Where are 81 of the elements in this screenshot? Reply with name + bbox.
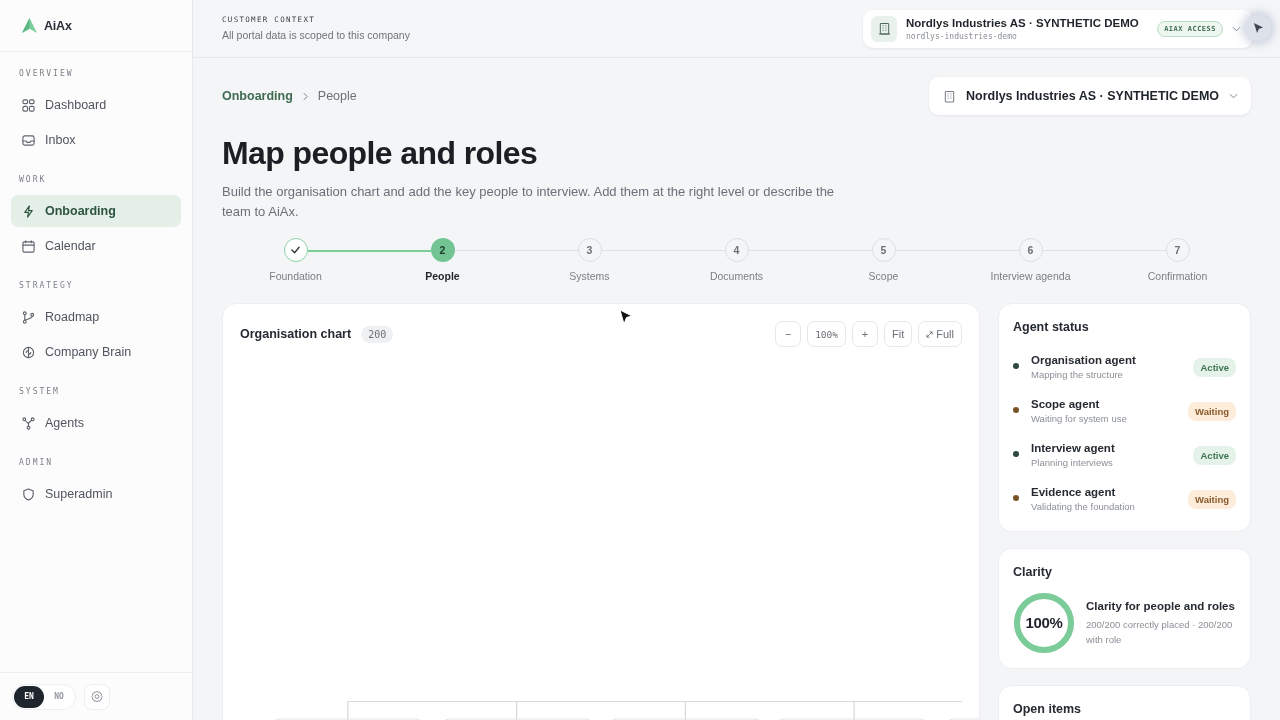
building-icon [943, 89, 956, 103]
zoom-in-button[interactable]: + [852, 321, 879, 347]
agent-activity: Waiting for system use [1031, 413, 1128, 424]
inbox-icon [22, 133, 35, 147]
status-badge: Waiting [1188, 401, 1236, 421]
status-badge: Active [1193, 357, 1236, 377]
progress-ring [1013, 592, 1075, 654]
step-indicator: 6 [1018, 238, 1043, 262]
section-heading: OVERVIEW [18, 68, 75, 80]
fullscreen-button[interactable]: Full [918, 321, 962, 347]
step-indicator: 7 [1165, 238, 1190, 262]
step-indicator: 2 [430, 238, 455, 262]
agent-activity: Mapping the structure [1031, 369, 1124, 380]
step-label: Scope [868, 269, 899, 283]
clarity-percent: 100% [1024, 614, 1064, 631]
company-slug: nordlys-industries-demo [906, 31, 1018, 41]
status-badge: Waiting [1188, 489, 1236, 509]
zoom-level-button[interactable]: 100% [807, 321, 847, 347]
sidebar-item[interactable]: Inbox [11, 124, 181, 156]
logo-text: AiAx [44, 18, 72, 33]
clarity-detail: 200/200 correctly placed · 200/200 with role [1086, 617, 1234, 647]
count-badge: 200 [361, 325, 394, 343]
panel-title: Clarity [1013, 564, 1053, 580]
settings-icon [90, 689, 104, 704]
chevron-down-icon [1232, 25, 1241, 32]
sidebar-item[interactable]: Roadmap [11, 301, 181, 333]
building-icon [871, 15, 897, 42]
fit-button[interactable]: Fit [884, 321, 913, 347]
section-heading: STRATEGY [18, 280, 75, 292]
company-select[interactable]: Nordlys Industries AS · SYNTHETIC DEMO [929, 77, 1251, 115]
sidebar-item[interactable]: Agents [11, 407, 181, 439]
breadcrumb-link[interactable]: Onboarding [222, 89, 293, 103]
chevron-right-icon [302, 91, 308, 101]
step-label: Systems [569, 269, 610, 283]
step-label: Confirmation [1147, 269, 1208, 283]
language-option[interactable]: EN [14, 685, 44, 708]
panel-title: Organisation chart [240, 327, 352, 341]
lightning-icon [22, 204, 35, 218]
sidebar-item[interactable]: Superadmin [11, 478, 181, 510]
sidebar-item[interactable]: Company Brain [11, 336, 181, 368]
page-description: Build the organisation chart and add the key people to interview. Add them at the right level or describe the team to AiAx. [222, 183, 836, 221]
context-note: All portal data is scoped to this company [222, 28, 410, 41]
calendar-icon [22, 239, 35, 253]
chevron-down-icon [1229, 93, 1239, 99]
panel-title: Agent status [1013, 319, 1090, 335]
breadcrumb-current: People [317, 89, 357, 103]
step-indicator: 5 [871, 238, 896, 262]
agent-name: Scope agent [1031, 398, 1101, 410]
section-heading: ADMIN [18, 457, 55, 469]
company-name: Nordlys Industries AS · SYNTHETIC DEMO [906, 16, 1140, 29]
agent-name: Interview agent [1031, 442, 1116, 454]
agent-name: Organisation agent [1031, 354, 1137, 366]
sidebar-item[interactable]: Calendar [11, 230, 181, 262]
section-heading: SYSTEM [18, 386, 61, 398]
expand-icon [926, 330, 934, 338]
status-badge: Active [1193, 445, 1236, 465]
shield-icon [22, 487, 35, 501]
check-icon [291, 246, 300, 254]
brain-icon [22, 345, 35, 359]
network-icon [22, 416, 35, 430]
branch-icon [22, 310, 35, 324]
agent-activity: Planning interviews [1031, 457, 1114, 468]
settings-button[interactable] [84, 683, 110, 710]
step-label: People [425, 269, 460, 283]
mouse-pointer-icon [619, 309, 633, 326]
step-indicator: 3 [577, 238, 602, 262]
clarity-heading: Clarity for people and roles [1086, 599, 1236, 612]
zoom-out-button[interactable]: − [775, 321, 802, 347]
step-label: Documents [709, 269, 764, 283]
dashboard-icon [22, 98, 35, 112]
sidebar-item[interactable]: Dashboard [11, 89, 181, 121]
logo-icon [21, 17, 38, 34]
step-label: Interview agenda [990, 269, 1071, 283]
sidebar-item[interactable]: Onboarding [11, 195, 181, 227]
page-title: Map people and roles [222, 134, 539, 173]
step-label: Foundation [269, 269, 322, 283]
step-indicator: 4 [724, 238, 749, 262]
section-heading: WORK [18, 174, 48, 186]
agent-name: Evidence agent [1031, 486, 1117, 498]
panel-title: Open items [1013, 701, 1083, 717]
agent-activity: Validating the foundation [1031, 501, 1136, 512]
